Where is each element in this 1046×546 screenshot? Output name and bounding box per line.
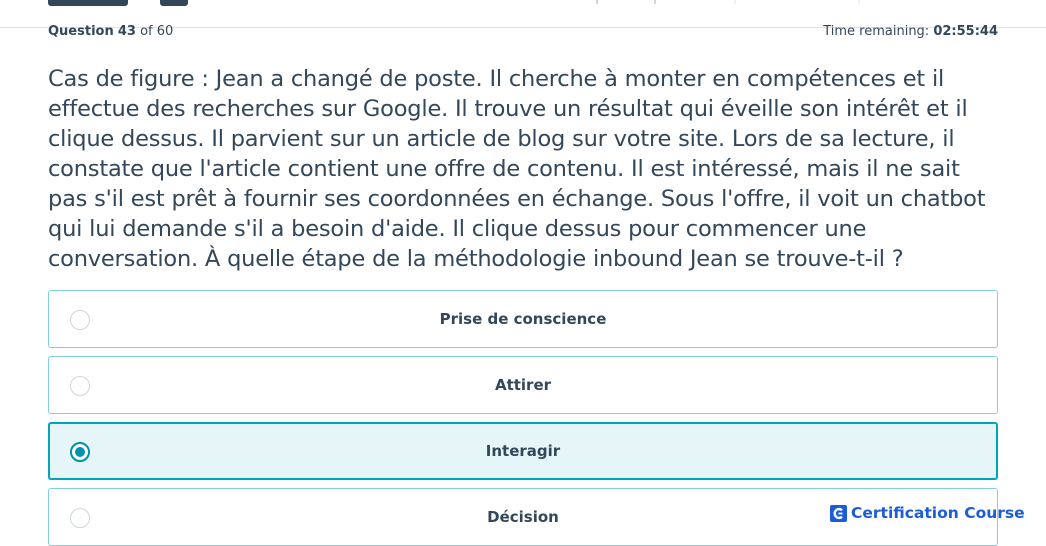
question-counter: Question 43 of 60 [48,24,173,39]
divider [734,0,736,4]
cut-off-text-fragment [48,0,128,6]
answer-label: Attirer [494,376,552,394]
question-total: of 60 [140,24,174,39]
timer: Time remaining: 02:55:44 [823,24,998,39]
watermark-text: Certification Course [851,504,1025,522]
answer-option-selected[interactable]: Interagir [48,422,998,480]
answer-option[interactable]: Attirer [48,356,998,414]
question-text: Cas de figure : Jean a changé de poste. … [48,66,986,272]
divider [858,0,860,4]
answer-option[interactable]: Prise de conscience [48,290,998,348]
question-meta-row: Question 43 of 60 Time remaining: 02:55:… [48,24,998,40]
divider [654,0,656,4]
certification-course-watermark: Certification Course [830,503,1025,523]
cut-off-text-fragment [160,0,188,6]
answer-label: Interagir [485,442,561,460]
divider [596,0,598,4]
answer-label: Prise de conscience [439,310,607,328]
time-remaining-label: Time remaining: [823,24,930,39]
question-current: 43 [117,24,136,39]
time-remaining-value: 02:55:44 [933,24,998,39]
c-logo-icon [830,504,847,522]
question-label: Question [48,24,114,39]
